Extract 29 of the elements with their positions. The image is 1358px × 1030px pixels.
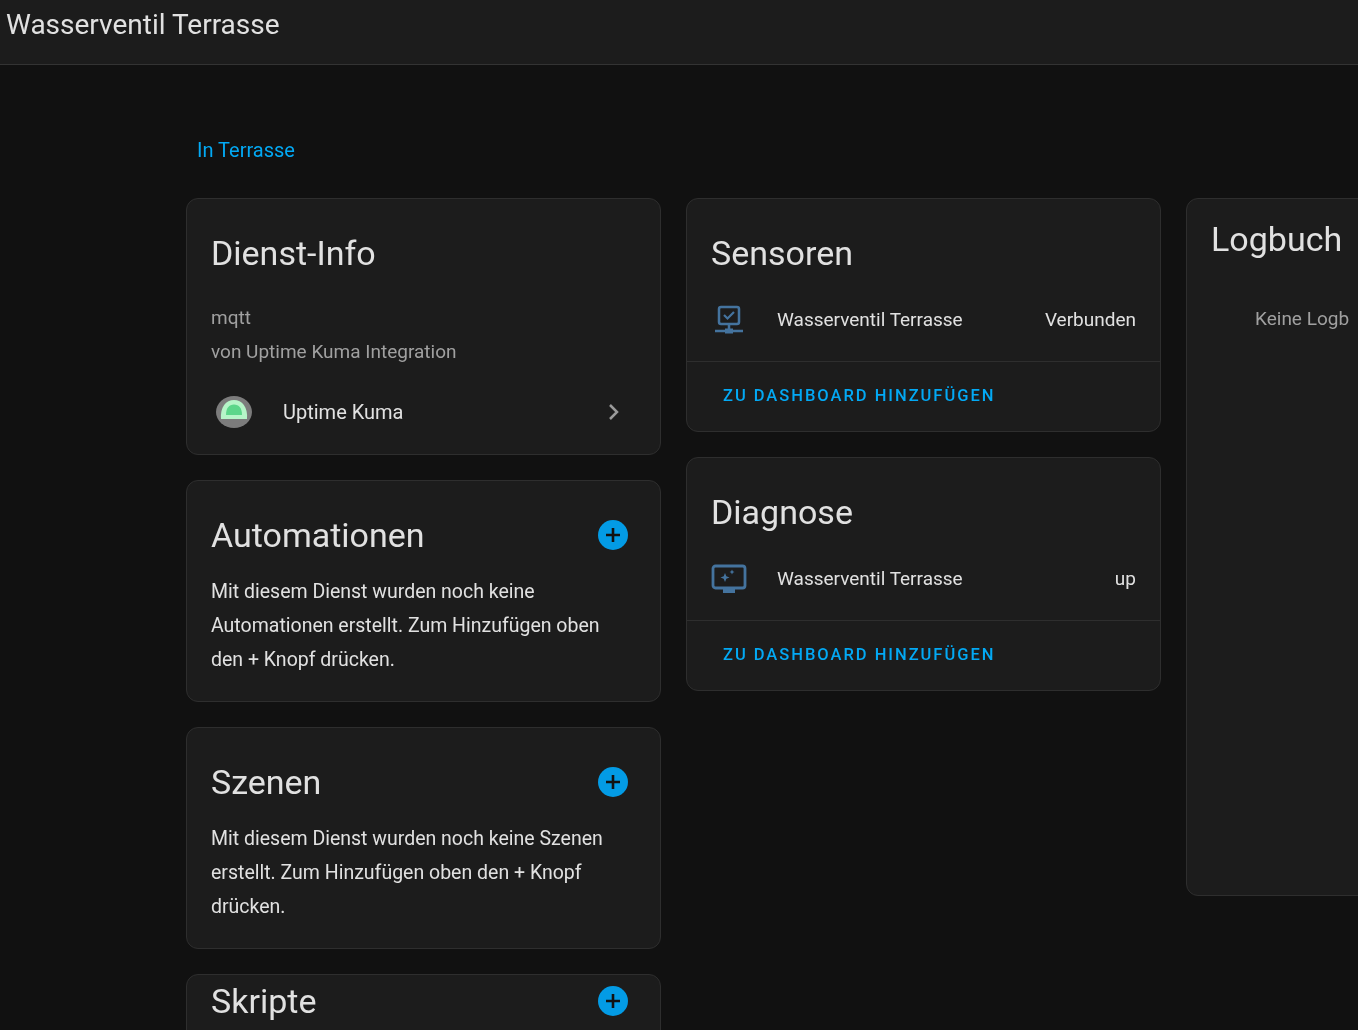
card-title: Logbuch — [1211, 219, 1344, 259]
empty-message: Mit diesem Dienst wurden noch keine Automationen erstellt. Zum Hinzufügen oben den + Knopf drücken. — [211, 579, 601, 673]
add-icon[interactable] — [598, 520, 628, 550]
entity-state: up — [1114, 565, 1136, 592]
card-title: Skripte — [211, 981, 317, 1021]
entity-state: Verbunden — [1044, 306, 1136, 333]
card-title: Dienst-Info — [211, 233, 377, 273]
empty-message: Mit diesem Dienst wurden noch keine Szenen erstellt. Zum Hinzufügen oben den + Knopf drücken. — [211, 826, 604, 920]
add-to-dashboard-button[interactable]: ZU DASHBOARD HINZUFÜGEN — [715, 378, 1004, 415]
chevron-right-icon — [608, 403, 620, 421]
card-title: Sensoren — [711, 233, 854, 273]
card-title: Diagnose — [711, 491, 854, 532]
integration-name: Uptime Kuma — [283, 399, 404, 426]
add-to-dashboard-button[interactable]: ZU DASHBOARD HINZUFÜGEN — [715, 636, 1004, 674]
entity-name[interactable]: Wasserventil Terrasse — [777, 305, 963, 335]
service-info-line: von Uptime Kuma Integration — [211, 339, 458, 365]
card-title: Automationen — [211, 515, 425, 555]
monitor-sparkle-icon — [711, 562, 747, 595]
integration-row[interactable]: Uptime Kuma — [211, 384, 636, 440]
add-icon[interactable] — [598, 986, 628, 1016]
entity-name[interactable]: Wasserventil Terrasse — [777, 564, 963, 593]
page-title: Wasserventil Terrasse — [6, 11, 280, 39]
card-title: Szenen — [211, 762, 322, 802]
area-link[interactable]: In Terrasse — [197, 138, 295, 162]
network-monitor-icon — [713, 304, 745, 336]
empty-message: Keine Logb — [1255, 306, 1351, 332]
service-info-line: mqtt — [211, 305, 252, 331]
integration-logo-icon — [215, 395, 253, 429]
add-icon[interactable] — [598, 767, 628, 797]
